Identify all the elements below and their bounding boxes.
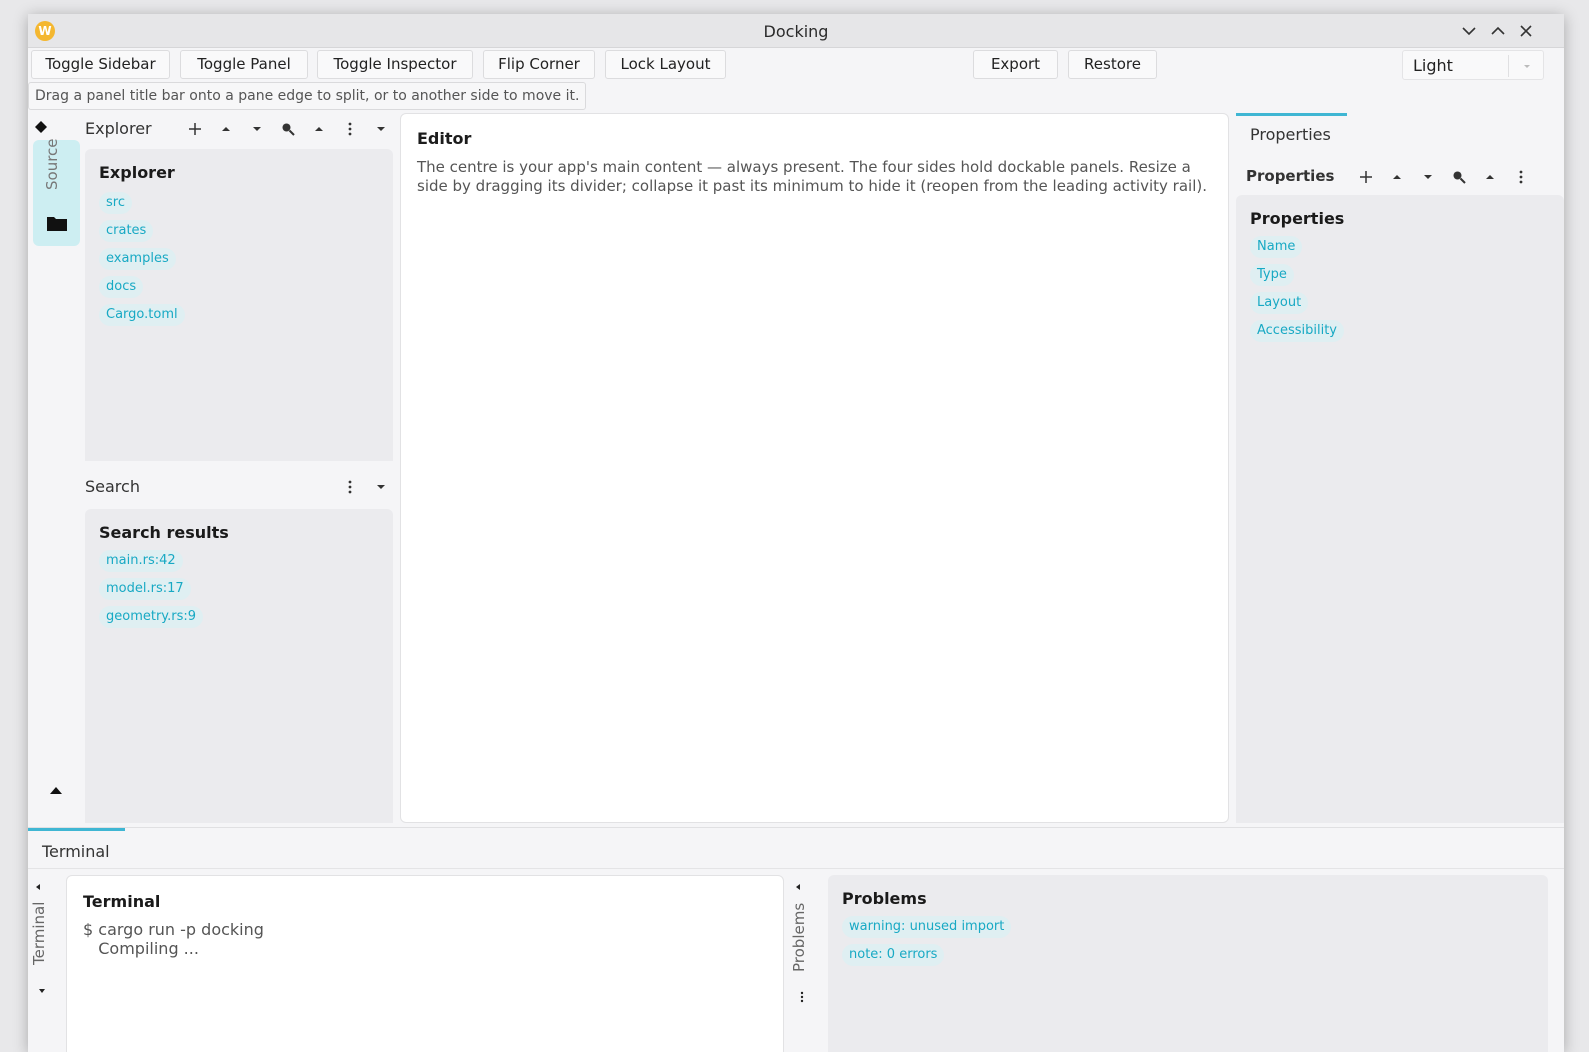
move-down-icon[interactable]	[1420, 169, 1436, 185]
lock-layout-button[interactable]: Lock Layout	[605, 50, 726, 79]
theme-select[interactable]: Light	[1402, 50, 1544, 80]
search-pane-header[interactable]: Search	[83, 471, 393, 503]
terminal-line: Compiling ...	[83, 939, 199, 958]
search-icon[interactable]	[280, 121, 296, 137]
add-icon[interactable]	[187, 121, 203, 137]
property-item[interactable]: Layout	[1250, 292, 1309, 314]
property-item[interactable]: Name	[1250, 236, 1303, 258]
explorer-item[interactable]: docs	[99, 276, 144, 298]
problem-item[interactable]: warning: unused import	[842, 916, 1012, 938]
explorer-pane-body: Explorer src crates examples docs Cargo.…	[85, 149, 393, 461]
caret-up-icon[interactable]	[48, 783, 64, 797]
export-button[interactable]: Export	[973, 50, 1058, 79]
bottom-dock: Terminal Terminal Terminal $ cargo run -…	[28, 827, 1564, 1052]
theme-select-value: Light	[1413, 56, 1453, 75]
explorer-item[interactable]: examples	[99, 248, 176, 270]
hint-bar: Drag a panel title bar onto a pane edge …	[28, 82, 587, 110]
toggle-inspector-button[interactable]: Toggle Inspector	[317, 50, 473, 79]
properties-pane-body: Properties Name Type Layout Accessibilit…	[1236, 195, 1564, 823]
collapse-up-icon[interactable]	[1482, 169, 1498, 185]
restore-button[interactable]: Restore	[1068, 50, 1157, 79]
explorer-header-title: Explorer	[85, 119, 152, 138]
collapse-up-icon[interactable]	[311, 121, 327, 137]
tab-properties[interactable]: Properties	[1250, 125, 1331, 144]
search-results-title: Search results	[99, 523, 229, 542]
title-bar[interactable]: W Docking	[28, 14, 1564, 48]
theme-select-divider	[1508, 55, 1509, 77]
explorer-item[interactable]: crates	[99, 220, 154, 242]
editor-pane[interactable]: Editor The centre is your app's main con…	[400, 113, 1229, 823]
move-up-icon[interactable]	[218, 121, 234, 137]
maximize-icon[interactable]	[1487, 20, 1509, 42]
explorer-item[interactable]: src	[99, 192, 132, 214]
explorer-pane-header[interactable]: Explorer	[83, 113, 393, 145]
search-result-item[interactable]: geometry.rs:9	[99, 606, 204, 628]
folder-icon[interactable]	[46, 214, 68, 232]
more-vertical-icon[interactable]	[342, 479, 358, 495]
properties-header-title: Properties	[1246, 167, 1335, 185]
property-item[interactable]: Accessibility	[1250, 320, 1344, 342]
more-vertical-icon[interactable]	[342, 121, 358, 137]
search-result-item[interactable]: model.rs:17	[99, 578, 191, 600]
rail-source-tab[interactable]: Source	[33, 138, 80, 202]
add-icon[interactable]	[1358, 169, 1374, 185]
rail-source-label: Source	[43, 138, 61, 190]
terminal-tab-indicator	[28, 828, 125, 831]
window-title: Docking	[763, 22, 829, 41]
explorer-title: Explorer	[99, 163, 175, 182]
dropdown-caret-icon[interactable]	[373, 479, 389, 495]
properties-tab-indicator	[1236, 113, 1347, 116]
search-icon[interactable]	[1451, 169, 1467, 185]
terminal-pane[interactable]: Terminal $ cargo run -p docking Compilin…	[66, 875, 784, 1052]
app-window: W Docking Toggle Sidebar Toggle Panel To…	[28, 14, 1564, 1052]
more-vertical-icon[interactable]	[1513, 169, 1529, 185]
dropdown-caret-icon[interactable]	[373, 121, 389, 137]
properties-title: Properties	[1250, 209, 1345, 228]
bottom-divider	[28, 868, 1564, 869]
editor-title: Editor	[417, 129, 472, 148]
close-icon[interactable]	[1515, 20, 1537, 42]
terminal-line: $ cargo run -p docking	[83, 920, 264, 939]
activity-rail: Source	[28, 113, 83, 823]
move-up-icon[interactable]	[1389, 169, 1405, 185]
search-pane-body: Search results main.rs:42 model.rs:17 ge…	[85, 509, 393, 823]
tab-terminal[interactable]: Terminal	[42, 842, 110, 861]
terminal-vertical-label[interactable]: Terminal	[30, 902, 48, 965]
move-down-icon[interactable]	[249, 121, 265, 137]
diamond-icon[interactable]	[34, 120, 48, 134]
rail-active-group: Source	[33, 138, 80, 246]
caret-left-icon[interactable]	[792, 878, 804, 890]
caret-down-icon[interactable]	[36, 982, 48, 994]
toggle-panel-button[interactable]: Toggle Panel	[180, 50, 308, 79]
problems-title: Problems	[842, 889, 927, 908]
problem-item[interactable]: note: 0 errors	[842, 944, 945, 966]
right-dock: Properties Properties Properties Name Ty…	[1236, 113, 1564, 823]
toggle-sidebar-button[interactable]: Toggle Sidebar	[31, 50, 170, 79]
more-vertical-icon[interactable]	[796, 988, 808, 1003]
terminal-title: Terminal	[83, 892, 161, 911]
caret-left-icon[interactable]	[32, 878, 44, 890]
properties-pane-header[interactable]: Properties	[1236, 161, 1564, 193]
toolbar: Toggle Sidebar Toggle Panel Toggle Inspe…	[28, 48, 1564, 82]
editor-description: The centre is your app's main content — …	[417, 158, 1207, 195]
problems-pane[interactable]: Problems warning: unused import note: 0 …	[828, 875, 1548, 1052]
problems-vertical-label[interactable]: Problems	[790, 903, 808, 972]
search-result-item[interactable]: main.rs:42	[99, 550, 183, 572]
search-header-title: Search	[85, 477, 140, 496]
flip-corner-button[interactable]: Flip Corner	[483, 50, 595, 79]
explorer-item[interactable]: Cargo.toml	[99, 304, 185, 326]
left-dock: Explorer Explorer src crates examples do…	[83, 113, 393, 823]
chevron-down-icon	[1524, 65, 1530, 68]
minimize-icon[interactable]	[1458, 20, 1480, 42]
property-item[interactable]: Type	[1250, 264, 1294, 286]
